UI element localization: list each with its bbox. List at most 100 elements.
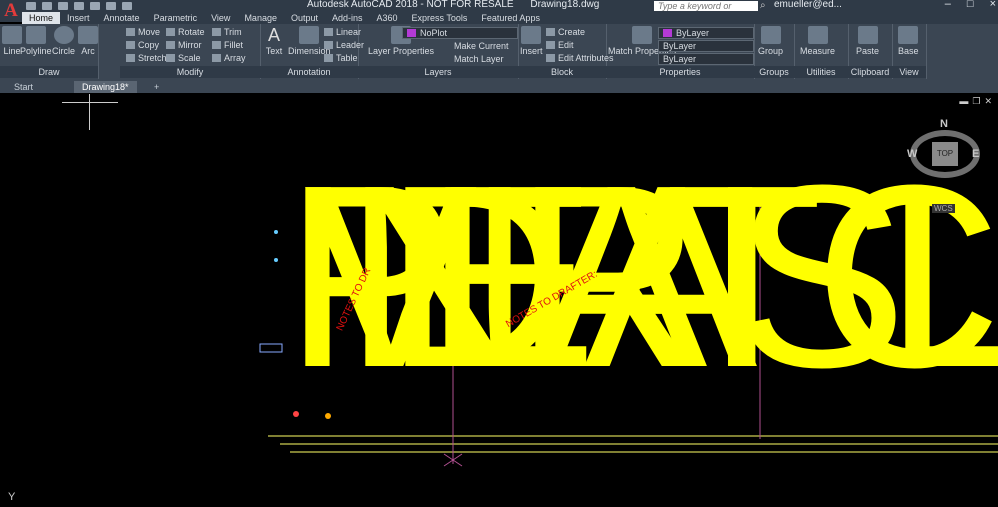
viewcube-north[interactable]: N <box>940 118 948 130</box>
layer-dropdown[interactable]: NoPlot <box>402 27 518 39</box>
tab-express-tools[interactable]: Express Tools <box>405 12 475 24</box>
panel-label-groups[interactable]: Groups <box>754 66 794 78</box>
tab-annotate[interactable]: Annotate <box>97 12 147 24</box>
dimension-icon <box>299 26 320 44</box>
tab-view[interactable]: View <box>204 12 237 24</box>
linetype-dropdown[interactable]: ByLayer <box>658 40 754 52</box>
drawing-canvas[interactable]: ▬ ❐ ✕ P N E R A T S C V D A I L NOTES TO… <box>0 94 998 507</box>
scale-label: Scale <box>178 53 201 63</box>
tab-insert[interactable]: Insert <box>60 12 97 24</box>
panel-label-modify[interactable]: Modify <box>120 66 260 78</box>
tab-start[interactable]: Start <box>6 81 41 93</box>
redo-icon[interactable] <box>122 2 132 10</box>
autocad-logo-button[interactable]: A <box>0 0 22 22</box>
layer-dropdown-value: NoPlot <box>420 28 448 38</box>
move-button[interactable]: Move <box>126 27 160 38</box>
search-icon[interactable]: ⌕ <box>760 0 766 11</box>
small-symbol <box>259 343 283 353</box>
user-account[interactable]: emueller@ed... <box>774 0 842 10</box>
insert-button[interactable]: Insert <box>520 26 543 56</box>
group-button[interactable]: Group <box>758 26 783 56</box>
polyline-button[interactable]: Polyline <box>20 26 52 56</box>
mirror-button[interactable]: Mirror <box>166 40 202 51</box>
open-icon[interactable] <box>42 2 52 10</box>
color-value: ByLayer <box>676 28 710 38</box>
mirror-icon <box>166 41 175 49</box>
viewcube[interactable]: TOP N E W WCS <box>907 118 980 213</box>
panel-groups: Group Groups <box>754 24 795 79</box>
create-block-button[interactable]: Create <box>546 27 585 38</box>
marker-dot-2 <box>274 258 278 262</box>
match-layer-button[interactable]: Match Layer <box>454 54 504 65</box>
maximize-button[interactable]: □ <box>967 0 974 10</box>
paste-label: Paste <box>856 46 880 56</box>
paste-button[interactable]: Paste <box>856 26 879 56</box>
viewcube-east[interactable]: E <box>972 148 979 160</box>
wcs-menu[interactable]: WCS <box>932 204 955 213</box>
copy-button[interactable]: Copy <box>126 40 159 51</box>
print-icon[interactable] <box>90 2 100 10</box>
rotate-button[interactable]: Rotate <box>166 27 205 38</box>
edit-attributes-icon <box>546 54 555 62</box>
new-icon[interactable] <box>26 2 36 10</box>
edit-attributes-button[interactable]: Edit Attributes <box>546 53 614 64</box>
marker-dot-4 <box>325 413 331 419</box>
tab-output[interactable]: Output <box>284 12 325 24</box>
close-button[interactable]: × <box>990 0 996 10</box>
circle-label: Circle <box>52 46 76 56</box>
tab-parametric[interactable]: Parametric <box>147 12 205 24</box>
line-button[interactable]: Line <box>2 26 22 56</box>
panel-label-draw[interactable]: Draw <box>0 66 98 78</box>
panel-label-annotation[interactable]: Annotation <box>260 66 358 78</box>
panel-label-layers[interactable]: Layers <box>358 66 518 78</box>
text-button[interactable]: A Text <box>264 26 284 56</box>
line-icon <box>2 26 22 44</box>
undo-icon[interactable] <box>106 2 116 10</box>
tab-featured-apps[interactable]: Featured Apps <box>474 12 547 24</box>
lineweight-dropdown[interactable]: ByLayer <box>658 53 754 65</box>
edit-block-button[interactable]: Edit <box>546 40 574 51</box>
panel-label-properties[interactable]: Properties <box>606 66 754 78</box>
table-button[interactable]: Table <box>324 53 358 64</box>
stretch-label: Stretch <box>138 53 167 63</box>
tab-add-ins[interactable]: Add-ins <box>325 12 370 24</box>
viewcube-west[interactable]: W <box>907 148 917 160</box>
panel-view: Base View <box>892 24 927 79</box>
paste-icon <box>857 26 878 44</box>
color-dropdown[interactable]: ByLayer <box>658 27 754 39</box>
circle-button[interactable]: Circle <box>52 26 75 56</box>
arc-icon <box>78 26 98 44</box>
base-button[interactable]: Base <box>898 26 919 56</box>
make-current-button[interactable]: Make Current <box>454 41 509 52</box>
save-icon[interactable] <box>58 2 68 10</box>
panel-label-block[interactable]: Block <box>518 66 606 78</box>
panel-label-utilities[interactable]: Utilities <box>794 66 848 78</box>
minimize-button[interactable]: – <box>945 0 951 10</box>
arc-button[interactable]: Arc <box>78 26 98 56</box>
new-tab-button[interactable]: + <box>146 81 167 93</box>
stretch-button[interactable]: Stretch <box>126 53 167 64</box>
polyline-label: Polyline <box>20 46 52 56</box>
tab-a360[interactable]: A360 <box>370 12 405 24</box>
tab-manage[interactable]: Manage <box>237 12 284 24</box>
search-input[interactable]: Type a keyword or phrase <box>654 1 758 21</box>
measure-button[interactable]: Measure <box>800 26 835 56</box>
scale-button[interactable]: Scale <box>166 53 201 64</box>
tab-home[interactable]: Home <box>22 12 61 24</box>
fillet-label: Fillet <box>224 40 244 50</box>
panel-label-clipboard[interactable]: Clipboard <box>848 66 892 78</box>
linear-button[interactable]: Linear <box>324 27 361 38</box>
tab-drawing18[interactable]: Drawing18* <box>74 81 137 93</box>
panel-label-view[interactable]: View <box>892 66 926 78</box>
panel-properties: Match Properties ByLayer ByLayer ByLayer… <box>606 24 755 79</box>
scale-icon <box>166 54 175 62</box>
fillet-button[interactable]: Fillet <box>212 40 243 51</box>
array-button[interactable]: Array <box>212 53 246 64</box>
make-current-label: Make Current <box>454 41 509 51</box>
ribbon: Line Polyline Circle Arc Draw Move Rotat… <box>0 24 998 79</box>
viewcube-top-face[interactable]: TOP <box>932 142 958 166</box>
panel-modify: Move Rotate Trim Copy Mirror Fillet Stre… <box>120 24 261 79</box>
trim-button[interactable]: Trim <box>212 27 242 38</box>
oversized-text-entities[interactable]: P N E R A T S C V D A I L <box>284 162 998 392</box>
saveas-icon[interactable] <box>74 2 84 10</box>
